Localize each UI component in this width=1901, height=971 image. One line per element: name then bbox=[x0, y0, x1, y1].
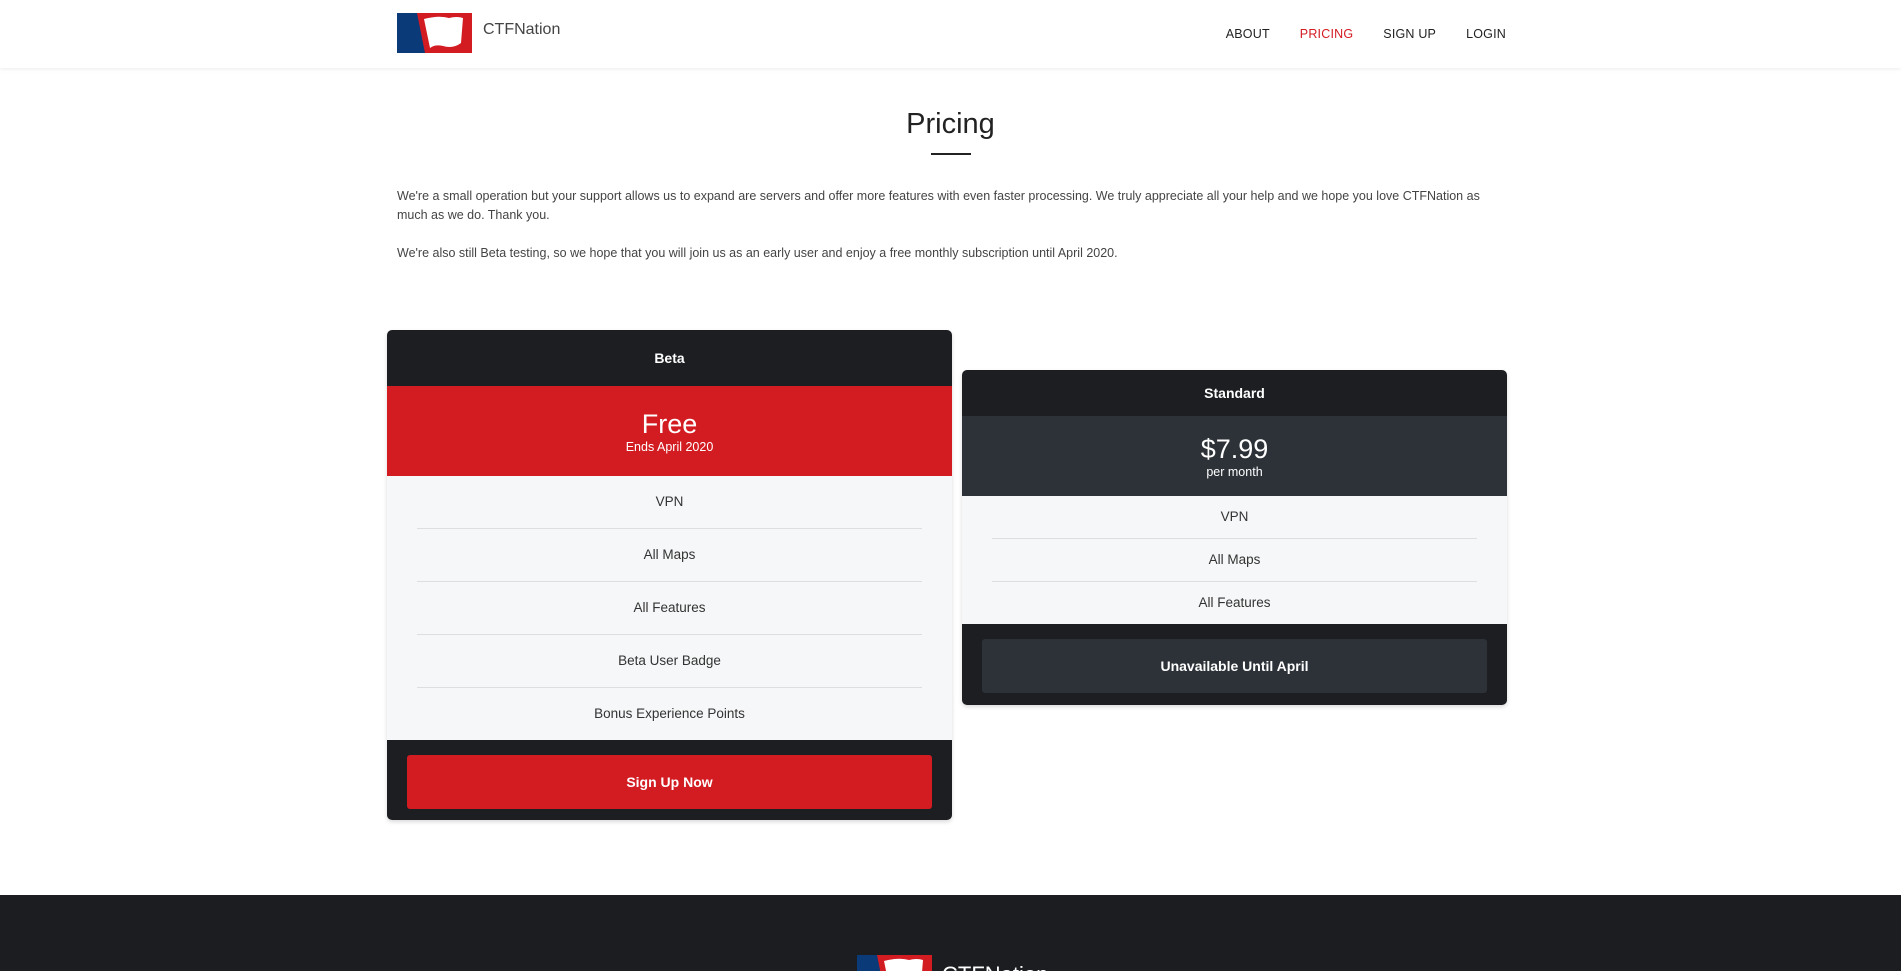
plan-price-note: Ends April 2020 bbox=[625, 439, 714, 454]
plan-name: Standard bbox=[1204, 385, 1265, 401]
ctfnation-logo-icon bbox=[857, 955, 932, 971]
feature-item: VPN bbox=[992, 496, 1477, 539]
price-box: Free Ends April 2020 bbox=[387, 386, 952, 476]
plan-price-note: per month bbox=[1206, 464, 1263, 479]
feature-item: Beta User Badge bbox=[417, 635, 922, 688]
sign-up-now-button[interactable]: Sign Up Now bbox=[407, 755, 932, 809]
nav-login[interactable]: LOGIN bbox=[1466, 27, 1506, 41]
plan-price: Free bbox=[641, 408, 698, 439]
top-navbar: CTFNation ABOUT PRICING SIGN UP LOGIN bbox=[0, 0, 1901, 68]
plan-card-beta: Beta Free Ends April 2020 VPN All Maps A… bbox=[387, 330, 952, 820]
title-divider bbox=[931, 153, 971, 155]
feature-item: VPN bbox=[417, 476, 922, 529]
price-box: $7.99 per month bbox=[962, 416, 1507, 496]
plan-price: $7.99 bbox=[1200, 433, 1269, 464]
card-footer: Unavailable Until April bbox=[962, 624, 1507, 705]
ctfnation-logo-icon bbox=[397, 13, 472, 53]
page-title: Pricing bbox=[906, 108, 995, 140]
nav-pricing[interactable]: PRICING bbox=[1300, 27, 1354, 41]
footer-brand-name: CTFNation bbox=[942, 962, 1048, 971]
nav-about[interactable]: ABOUT bbox=[1226, 27, 1270, 41]
card-footer: Sign Up Now bbox=[387, 740, 952, 820]
nav-sign-up[interactable]: SIGN UP bbox=[1383, 27, 1436, 41]
feature-item: All Features bbox=[1198, 595, 1271, 610]
intro-text: We're a small operation but your support… bbox=[397, 187, 1507, 282]
plan-card-standard: Standard $7.99 per month VPN All Maps Al… bbox=[962, 370, 1507, 705]
page-footer: CTFNation bbox=[0, 895, 1901, 971]
feature-item: All Maps bbox=[417, 529, 922, 582]
feature-item: All Maps bbox=[992, 539, 1477, 582]
feature-list: VPN All Maps All Features bbox=[962, 496, 1507, 624]
plan-name: Beta bbox=[654, 350, 685, 366]
intro-paragraph: We're also still Beta testing, so we hop… bbox=[397, 246, 1118, 260]
feature-item: Bonus Experience Points bbox=[594, 706, 745, 721]
main-nav: ABOUT PRICING SIGN UP LOGIN bbox=[1226, 27, 1506, 41]
feature-list: VPN All Maps All Features Beta User Badg… bbox=[387, 476, 952, 740]
brand-name: CTFNation bbox=[483, 21, 561, 38]
feature-item: All Features bbox=[417, 582, 922, 635]
intro-paragraph: We're a small operation but your support… bbox=[397, 189, 1480, 222]
brand-link[interactable]: CTFNation bbox=[397, 13, 560, 53]
unavailable-button[interactable]: Unavailable Until April bbox=[982, 639, 1487, 693]
footer-brand: CTFNation bbox=[857, 955, 1048, 971]
